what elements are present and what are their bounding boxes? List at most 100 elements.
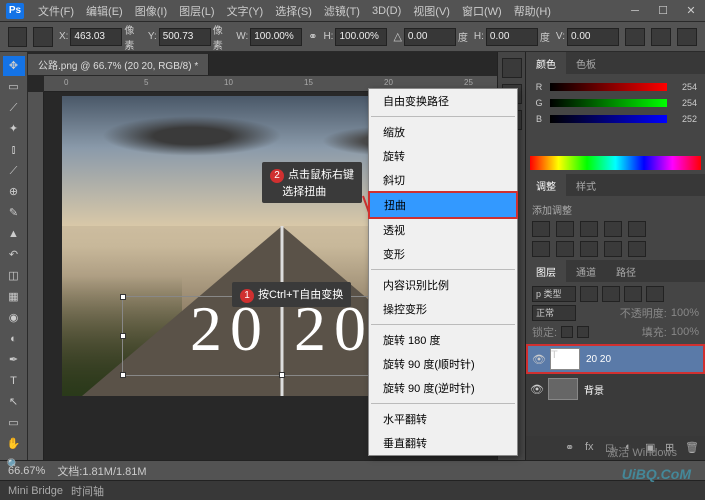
ctx-skew[interactable]: 斜切 — [369, 168, 517, 192]
path-tool[interactable]: ↖ — [3, 392, 25, 412]
menu-3d[interactable]: 3D(D) — [366, 5, 407, 17]
blur-tool[interactable]: ◉ — [3, 308, 25, 328]
vskew-input[interactable] — [567, 28, 619, 46]
adj-exposure[interactable] — [604, 221, 622, 237]
x-input[interactable] — [70, 28, 122, 46]
lasso-tool[interactable]: ⟋ — [3, 98, 25, 118]
adj-hue[interactable] — [532, 241, 550, 257]
transform-icon[interactable] — [8, 27, 27, 47]
blend-mode[interactable]: 正常 — [532, 305, 576, 321]
layer-thumb[interactable]: T — [550, 348, 580, 370]
adjustments-tab[interactable]: 调整 — [526, 174, 566, 196]
move-tool[interactable]: ✥ — [3, 56, 25, 76]
menu-view[interactable]: 视图(V) — [407, 3, 456, 19]
layer-background[interactable]: 👁 背景 — [526, 374, 705, 404]
hskew-input[interactable] — [486, 28, 538, 46]
adj-levels[interactable] — [556, 221, 574, 237]
brush-tool[interactable]: ✎ — [3, 203, 25, 223]
styles-tab[interactable]: 样式 — [566, 174, 606, 196]
paths-tab[interactable]: 路径 — [606, 260, 646, 282]
ctx-flip-v[interactable]: 垂直翻转 — [369, 431, 517, 455]
lock-position[interactable] — [577, 326, 589, 338]
menu-filter[interactable]: 滤镜(T) — [318, 3, 366, 19]
type-tool[interactable]: T — [3, 371, 25, 391]
shape-tool[interactable]: ▭ — [3, 413, 25, 433]
opt-extra-1[interactable] — [625, 28, 645, 46]
cancel-transform-button[interactable] — [651, 28, 671, 46]
collapsed-panel-1[interactable] — [502, 58, 522, 78]
channels-tab[interactable]: 通道 — [566, 260, 606, 282]
lock-pixels[interactable] — [561, 326, 573, 338]
menu-window[interactable]: 窗口(W) — [456, 3, 508, 19]
link-icon[interactable]: ⚭ — [308, 30, 317, 43]
maximize-button[interactable]: ☐ — [649, 2, 677, 20]
menu-help[interactable]: 帮助(H) — [508, 3, 557, 19]
w-input[interactable] — [250, 28, 302, 46]
zoom-level[interactable]: 66.67% — [8, 465, 45, 477]
layers-tab[interactable]: 图层 — [526, 260, 566, 282]
mini-bridge-tab[interactable]: Mini Bridge — [8, 485, 63, 497]
adj-brightness[interactable] — [532, 221, 550, 237]
ctx-distort[interactable]: 扭曲 — [368, 191, 518, 219]
doc-info[interactable]: 文档:1.81M/1.81M — [57, 463, 146, 479]
marquee-tool[interactable]: ▭ — [3, 77, 25, 97]
adj-mixer[interactable] — [604, 241, 622, 257]
crop-tool[interactable]: ⫾ — [3, 140, 25, 160]
eyedropper-tool[interactable]: ⟋ — [3, 161, 25, 181]
ctx-scale[interactable]: 缩放 — [369, 120, 517, 144]
color-spectrum[interactable] — [530, 156, 701, 170]
visibility-icon[interactable]: 👁 — [532, 353, 544, 365]
adj-curves[interactable] — [580, 221, 598, 237]
menu-image[interactable]: 图像(I) — [129, 3, 173, 19]
layer-thumb[interactable] — [548, 378, 578, 400]
dodge-tool[interactable]: ◐ — [3, 329, 25, 349]
hand-tool[interactable]: ✋ — [3, 434, 25, 454]
ctx-perspective[interactable]: 透视 — [369, 218, 517, 242]
delete-layer-button[interactable]: 🗑 — [685, 441, 699, 455]
adj-vibrance[interactable] — [628, 221, 646, 237]
layer-2020[interactable]: 👁 T 20 20 — [526, 344, 705, 374]
b-slider[interactable] — [550, 115, 667, 123]
ctx-rotate[interactable]: 旋转 — [369, 144, 517, 168]
ctx-rotate-180[interactable]: 旋转 180 度 — [369, 328, 517, 352]
pen-tool[interactable]: ✒ — [3, 350, 25, 370]
h-input[interactable] — [335, 28, 387, 46]
adj-photo[interactable] — [580, 241, 598, 257]
heal-tool[interactable]: ⊕ — [3, 182, 25, 202]
ctx-content-aware[interactable]: 内容识别比例 — [369, 273, 517, 297]
adj-bw[interactable] — [556, 241, 574, 257]
close-button[interactable]: ✕ — [677, 2, 705, 20]
ctx-puppet[interactable]: 操控变形 — [369, 297, 517, 321]
swatches-tab[interactable]: 色板 — [566, 52, 606, 74]
minimize-button[interactable]: ─ — [621, 2, 649, 20]
fx-button[interactable]: fx — [585, 441, 599, 455]
ctx-free-transform[interactable]: 自由变换路径 — [369, 89, 517, 113]
menu-type[interactable]: 文字(Y) — [221, 3, 270, 19]
visibility-icon[interactable]: 👁 — [530, 383, 542, 395]
ruler-vertical[interactable] — [28, 92, 44, 460]
menu-file[interactable]: 文件(F) — [32, 3, 80, 19]
menu-layer[interactable]: 图层(L) — [173, 3, 220, 19]
menu-select[interactable]: 选择(S) — [269, 3, 318, 19]
document-tab[interactable]: 公路.png @ 66.7% (20 20, RGB/8) * — [28, 54, 209, 75]
angle-input[interactable] — [404, 28, 456, 46]
eraser-tool[interactable]: ◫ — [3, 266, 25, 286]
commit-transform-button[interactable] — [677, 28, 697, 46]
history-brush-tool[interactable]: ↶ — [3, 245, 25, 265]
ctx-warp[interactable]: 变形 — [369, 242, 517, 266]
ctx-flip-h[interactable]: 水平翻转 — [369, 407, 517, 431]
stamp-tool[interactable]: ▲ — [3, 224, 25, 244]
g-slider[interactable] — [550, 99, 667, 107]
link-layers-button[interactable]: ⚭ — [565, 441, 579, 455]
color-tab[interactable]: 颜色 — [526, 52, 566, 74]
y-input[interactable] — [159, 28, 211, 46]
r-slider[interactable] — [550, 83, 667, 91]
timeline-tab[interactable]: 时间轴 — [71, 483, 104, 499]
ctx-rotate-90cw[interactable]: 旋转 90 度(顺时针) — [369, 352, 517, 376]
wand-tool[interactable]: ✦ — [3, 119, 25, 139]
gradient-tool[interactable]: ▦ — [3, 287, 25, 307]
ctx-rotate-90ccw[interactable]: 旋转 90 度(逆时针) — [369, 376, 517, 400]
menu-edit[interactable]: 编辑(E) — [80, 3, 129, 19]
layer-filter[interactable]: p 类型 — [532, 286, 576, 302]
reference-point-icon[interactable] — [33, 27, 52, 47]
